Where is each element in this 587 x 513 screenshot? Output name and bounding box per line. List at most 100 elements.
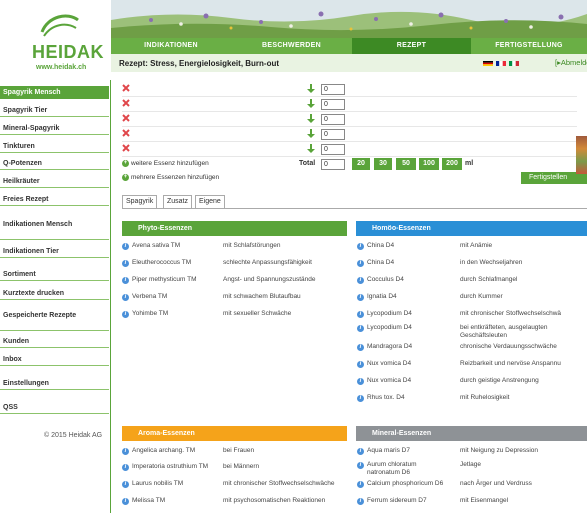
essence-item[interactable]: i China D4 in den Wechseljahren bbox=[357, 259, 587, 271]
essence-item[interactable]: i Ferrum sidereum D7 mit Eisenmangel bbox=[357, 497, 587, 509]
flag-it-icon[interactable] bbox=[509, 61, 519, 66]
brand-name: HEIDAK bbox=[32, 42, 105, 62]
quantity-input[interactable]: 0 bbox=[321, 84, 345, 95]
quantity-input[interactable]: 0 bbox=[321, 99, 345, 110]
delete-row-icon[interactable] bbox=[122, 144, 130, 152]
copyright: © 2015 Heidak AG bbox=[44, 432, 103, 439]
quantity-input[interactable]: 0 bbox=[321, 144, 345, 155]
essence-name: Rhus tox. D4 bbox=[367, 394, 405, 401]
logo-swirl-icon bbox=[40, 14, 79, 37]
sidebar-item-kunden[interactable]: Kunden bbox=[0, 335, 109, 348]
essence-item[interactable]: i Nux vomica D4 Reizbarkeit und nervöse An… bbox=[357, 360, 587, 372]
info-icon[interactable]: i bbox=[357, 277, 364, 284]
sidebar-item-freies-rezept[interactable]: Freies Rezept bbox=[0, 193, 109, 206]
tab-indikationen[interactable]: INDIKATIONEN bbox=[111, 38, 231, 54]
subtab-eigene[interactable]: Eigene bbox=[195, 195, 225, 209]
essence-name: Angelica archang. TM bbox=[132, 447, 196, 454]
essence-item[interactable]: i Rhus tox. D4 mit Ruhelosigkeit bbox=[357, 394, 587, 406]
sidebar-item-qss[interactable]: QSS bbox=[0, 401, 109, 414]
info-icon[interactable]: i bbox=[357, 378, 364, 385]
flag-de-icon[interactable] bbox=[483, 61, 493, 66]
info-icon[interactable]: i bbox=[122, 481, 129, 488]
info-icon[interactable]: i bbox=[357, 361, 364, 368]
info-icon[interactable]: i bbox=[122, 464, 129, 471]
ml-50-button[interactable]: 50 bbox=[396, 158, 416, 170]
sidebar-item-kurztexte-drucken[interactable]: Kurztexte drucken bbox=[0, 287, 109, 300]
info-icon[interactable]: i bbox=[122, 294, 129, 301]
info-icon[interactable]: i bbox=[357, 344, 364, 351]
flag-fr-icon[interactable] bbox=[496, 61, 506, 66]
essence-indication: mit chronischer Stoffwechselschwä bbox=[460, 310, 562, 317]
essence-name: Laurus nobilis TM bbox=[132, 480, 184, 487]
info-icon[interactable]: i bbox=[122, 311, 129, 318]
essence-item[interactable]: i Aurum chloratum natronatum D6 Jetlage bbox=[357, 461, 587, 476]
subtab-spagyrik[interactable]: Spagyrik bbox=[122, 195, 158, 209]
ml-100-button[interactable]: 100 bbox=[419, 158, 439, 170]
info-icon[interactable]: i bbox=[122, 498, 129, 505]
delete-row-icon[interactable] bbox=[122, 129, 130, 137]
sidebar-item-indikationen-tier[interactable]: Indikationen Tier bbox=[0, 245, 109, 258]
ml-20-button[interactable]: 20 bbox=[352, 158, 370, 170]
info-icon[interactable]: i bbox=[357, 325, 364, 332]
sidebar-item-spagyrik-mensch[interactable]: Spagyrik Mensch bbox=[0, 86, 109, 99]
essence-item[interactable]: i Ignatia D4 durch Kummer bbox=[357, 293, 587, 305]
sidebar-item-q-potenzen[interactable]: Q-Potenzen bbox=[0, 157, 109, 170]
sidebar-item-sortiment[interactable]: Sortiment bbox=[0, 268, 109, 281]
add-multiple-essences-link[interactable]: + mehrere Essenzen hinzufügen bbox=[122, 174, 219, 181]
info-icon[interactable]: i bbox=[357, 498, 364, 505]
move-down-icon[interactable] bbox=[307, 114, 315, 123]
move-down-icon[interactable] bbox=[307, 99, 315, 108]
essence-item[interactable]: i Nux vomica D4 durch geistige Anstrengung bbox=[357, 377, 587, 389]
info-icon[interactable]: i bbox=[122, 243, 129, 250]
essence-item[interactable]: i Calcium phosphoricum D6 nach Ärger und V… bbox=[357, 480, 587, 492]
ml-30-button[interactable]: 30 bbox=[374, 158, 392, 170]
essence-name: Imperatoria ostruthium TM bbox=[132, 463, 209, 470]
add-essence-link[interactable]: + weitere Essenz hinzufügen bbox=[122, 160, 209, 167]
essence-item[interactable]: i Cocculus D4 durch Schlafmangel bbox=[357, 276, 587, 288]
tab-rezept[interactable]: REZEPT bbox=[352, 38, 471, 54]
essence-item[interactable]: i Lycopodium D4 bei entkräfteten, ausgelau… bbox=[357, 324, 587, 339]
info-icon[interactable]: i bbox=[357, 448, 364, 455]
sidebar-item-heilkraeuter[interactable]: Heilkräuter bbox=[0, 175, 109, 188]
sidebar-item-spagyrik-tier[interactable]: Spagyrik Tier bbox=[0, 104, 109, 117]
info-icon[interactable]: i bbox=[357, 260, 364, 267]
essence-indication: mit psychosomatischen Reaktionen bbox=[223, 497, 326, 504]
delete-row-icon[interactable] bbox=[122, 99, 130, 107]
info-icon[interactable]: i bbox=[357, 243, 364, 250]
essence-item[interactable]: i Mandragora D4 chronische Verdauungsschwä… bbox=[357, 343, 587, 355]
info-icon[interactable]: i bbox=[122, 277, 129, 284]
info-icon[interactable]: i bbox=[122, 260, 129, 267]
delete-row-icon[interactable] bbox=[122, 114, 130, 122]
heidak-logo[interactable]: HEIDAK www.heidak.ch bbox=[28, 10, 104, 71]
essence-item[interactable]: i Lycopodium D4 mit chronischer Stoffwechs… bbox=[357, 310, 587, 322]
essence-name: Nux vomica D4 bbox=[367, 377, 412, 384]
tab-beschwerden[interactable]: BESCHWERDEN bbox=[231, 38, 352, 54]
info-icon[interactable]: i bbox=[357, 481, 364, 488]
info-icon[interactable]: i bbox=[357, 294, 364, 301]
tab-fertigstellung[interactable]: FERTIGSTELLUNG bbox=[471, 38, 587, 54]
info-icon[interactable]: i bbox=[357, 462, 364, 469]
sidebar-item-einstellungen[interactable]: Einstellungen bbox=[0, 377, 109, 390]
sidebar-item-mineral-spagyrik[interactable]: Mineral-Spagyrik bbox=[0, 122, 109, 135]
sidebar-item-indikationen-mensch[interactable]: Indikationen Mensch bbox=[0, 218, 109, 240]
info-icon[interactable]: i bbox=[357, 311, 364, 318]
info-icon[interactable]: i bbox=[357, 395, 364, 402]
sidebar-item-inbox[interactable]: Inbox bbox=[0, 353, 109, 366]
info-icon[interactable]: i bbox=[122, 448, 129, 455]
essence-name: Cocculus D4 bbox=[367, 276, 404, 283]
move-down-icon[interactable] bbox=[307, 144, 315, 153]
move-down-icon[interactable] bbox=[307, 129, 315, 138]
ml-200-button[interactable]: 200 bbox=[442, 158, 462, 170]
sidebar-item-tinkturen[interactable]: Tinkturen bbox=[0, 140, 109, 153]
quantity-input[interactable]: 0 bbox=[321, 129, 345, 140]
essence-item[interactable]: i China D4 mit Anämie bbox=[357, 242, 587, 254]
delete-row-icon[interactable] bbox=[122, 84, 130, 92]
essence-name: Calcium phosphoricum D6 bbox=[367, 480, 444, 487]
essence-item[interactable]: i Aqua maris D7 mit Neigung zu Depression bbox=[357, 447, 587, 459]
quantity-input[interactable]: 0 bbox=[321, 114, 345, 125]
move-down-icon[interactable] bbox=[307, 84, 315, 93]
subtab-zusatz[interactable]: Zusatz bbox=[163, 195, 193, 209]
logout-link[interactable]: [▸Abmelden bbox=[555, 58, 587, 67]
sidebar-item-gespeicherte-rezepte[interactable]: Gespeicherte Rezepte bbox=[0, 309, 109, 331]
homoeo-essences-header: Homöo-Essenzen bbox=[356, 221, 587, 236]
